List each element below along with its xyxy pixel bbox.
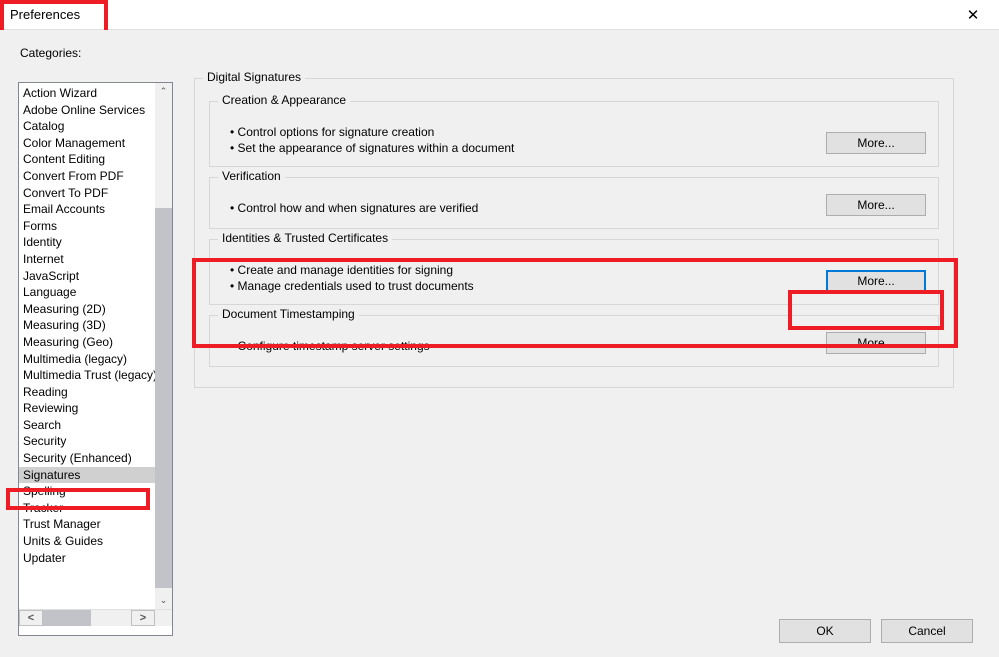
settings-panel: Digital Signatures Creation & Appearance…: [194, 78, 974, 388]
category-item[interactable]: Trust Manager: [19, 516, 155, 533]
category-item[interactable]: Reviewing: [19, 400, 155, 417]
more-button[interactable]: More...: [826, 194, 926, 216]
dialog-content: Categories: Action WizardAdobe Online Se…: [0, 30, 999, 657]
titlebar: Preferences ✕: [0, 0, 999, 30]
category-item[interactable]: Security (Enhanced): [19, 450, 155, 467]
more-button[interactable]: More...: [826, 332, 926, 354]
category-item[interactable]: Updater: [19, 550, 155, 567]
group-title: Creation & Appearance: [218, 93, 350, 107]
categories-list[interactable]: Action WizardAdobe Online ServicesCatalo…: [19, 83, 155, 609]
category-item[interactable]: Measuring (Geo): [19, 334, 155, 351]
scroll-track[interactable]: [155, 100, 172, 592]
digital-signatures-frame: Digital Signatures Creation & Appearance…: [194, 78, 954, 388]
category-item[interactable]: Action Wizard: [19, 85, 155, 102]
scroll-down-arrow[interactable]: ⌄: [155, 592, 172, 609]
category-item[interactable]: Convert From PDF: [19, 168, 155, 185]
category-item[interactable]: Language: [19, 284, 155, 301]
group-bullet: Set the appearance of signatures within …: [230, 140, 826, 156]
category-item[interactable]: Identity: [19, 234, 155, 251]
more-button[interactable]: More...: [826, 270, 926, 292]
settings-group: Identities & Trusted CertificatesCreate …: [209, 239, 939, 305]
window-title: Preferences: [6, 5, 84, 24]
category-item[interactable]: JavaScript: [19, 268, 155, 285]
close-button[interactable]: ✕: [953, 1, 993, 29]
close-icon: ✕: [967, 6, 980, 24]
hscroll-thumb[interactable]: [43, 610, 91, 626]
group-bullet: Configure timestamp server settings: [230, 338, 826, 354]
group-title: Identities & Trusted Certificates: [218, 231, 392, 245]
category-item[interactable]: Units & Guides: [19, 533, 155, 550]
category-item[interactable]: Signatures: [19, 467, 155, 484]
scroll-up-arrow[interactable]: ⌃: [155, 83, 172, 100]
group-title: Document Timestamping: [218, 307, 359, 321]
category-item[interactable]: Email Accounts: [19, 201, 155, 218]
group-bullet: Create and manage identities for signing: [230, 262, 826, 278]
category-item[interactable]: Internet: [19, 251, 155, 268]
scroll-thumb[interactable]: [155, 208, 172, 588]
categories-label: Categories:: [20, 46, 981, 60]
category-item[interactable]: Color Management: [19, 135, 155, 152]
horizontal-scrollbar[interactable]: < >: [19, 609, 172, 626]
vertical-scrollbar[interactable]: ⌃ ⌄: [155, 83, 172, 609]
category-item[interactable]: Measuring (2D): [19, 301, 155, 318]
cancel-button[interactable]: Cancel: [881, 619, 973, 643]
more-button[interactable]: More...: [826, 132, 926, 154]
group-bullet: Manage credentials used to trust documen…: [230, 278, 826, 294]
category-item[interactable]: Multimedia Trust (legacy): [19, 367, 155, 384]
scroll-right-arrow[interactable]: >: [131, 610, 155, 626]
category-item[interactable]: Spelling: [19, 483, 155, 500]
category-item[interactable]: Adobe Online Services: [19, 102, 155, 119]
category-item[interactable]: Catalog: [19, 118, 155, 135]
ok-button[interactable]: OK: [779, 619, 871, 643]
category-item[interactable]: Convert To PDF: [19, 185, 155, 202]
category-item[interactable]: Multimedia (legacy): [19, 351, 155, 368]
scroll-corner: [155, 610, 172, 626]
group-bullet: Control how and when signatures are veri…: [230, 200, 826, 216]
category-item[interactable]: Content Editing: [19, 151, 155, 168]
scroll-left-arrow[interactable]: <: [19, 610, 43, 626]
category-item[interactable]: Reading: [19, 384, 155, 401]
settings-group: VerificationControl how and when signatu…: [209, 177, 939, 229]
category-item[interactable]: Tracker: [19, 500, 155, 517]
category-item[interactable]: Security: [19, 433, 155, 450]
hscroll-track[interactable]: [43, 610, 131, 626]
category-item[interactable]: Forms: [19, 218, 155, 235]
panel-heading: Digital Signatures: [203, 70, 305, 84]
group-bullet: Control options for signature creation: [230, 124, 826, 140]
group-title: Verification: [218, 169, 285, 183]
settings-group: Creation & AppearanceControl options for…: [209, 101, 939, 167]
categories-panel: Action WizardAdobe Online ServicesCatalo…: [18, 82, 173, 636]
dialog-footer: OK Cancel: [779, 619, 973, 643]
category-item[interactable]: Search: [19, 417, 155, 434]
category-item[interactable]: Measuring (3D): [19, 317, 155, 334]
settings-group: Document TimestampingConfigure timestamp…: [209, 315, 939, 367]
